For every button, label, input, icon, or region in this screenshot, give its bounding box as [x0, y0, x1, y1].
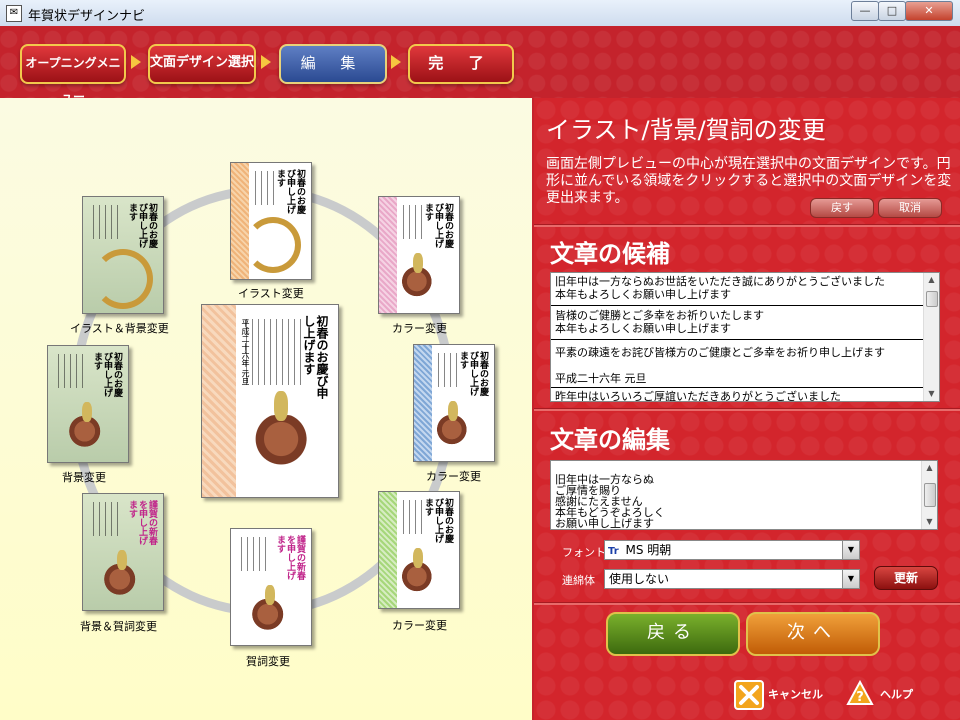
font-select-value: MS 明朝 — [625, 543, 672, 557]
minimize-button[interactable]: — — [851, 1, 879, 21]
next-button[interactable]: 次へ — [746, 612, 880, 656]
step-arrow-icon — [261, 55, 271, 69]
candidates-scrollbar[interactable]: ▲ ▼ — [923, 273, 939, 401]
list-item[interactable]: 旧年中は一方ならぬお世話をいただき誠にありがとうございました 本年もよろしくお願… — [551, 273, 939, 306]
update-button[interactable]: 更新 — [874, 566, 938, 590]
chevron-down-icon: ▼ — [842, 541, 859, 559]
message-edit-text: 旧年中は一方ならぬ ご厚情を賜り 感謝にたえません 本年もどうぞよろしく お願い… — [555, 473, 665, 530]
undo-button[interactable]: 取消 — [878, 198, 942, 218]
cancel-button[interactable]: キャンセル — [734, 680, 834, 710]
window-title: 年賀状デザインナビ — [28, 9, 146, 24]
change-section-title: イラスト/背景/賀詞の変更 — [546, 116, 826, 144]
date-text: 平成二十六年 元旦 — [241, 319, 250, 386]
back-button[interactable]: 戻る — [606, 612, 740, 656]
option-color-label-2: カラー変更 — [426, 470, 481, 483]
option-illustration-card[interactable]: 初春のお慶び申し上げます — [230, 162, 312, 280]
option-color-label-3: カラー変更 — [392, 619, 447, 632]
option-color-card-1[interactable]: 初春のお慶び申し上げます — [378, 196, 460, 314]
option-greeting-label: 賀詞変更 — [246, 655, 290, 668]
step-complete[interactable]: 完 了 — [408, 44, 514, 84]
app-icon: ✉ — [6, 5, 22, 22]
step-header: オープニングメニュー 文面デザイン選択 編 集 完 了 — [0, 26, 960, 104]
step-opening-menu[interactable]: オープニングメニュー — [20, 44, 126, 104]
option-bg-greeting-card[interactable]: 謹賀の新春を申し上げます — [82, 493, 164, 611]
design-preview-pane: 初春のお慶び申し上げます 平成二十六年 元旦 初春のお慶び申し上げます イラスト… — [0, 98, 534, 720]
ligature-select-value: 使用しない — [609, 572, 670, 586]
truetype-font-icon: Tr — [608, 546, 619, 557]
greeting-text: 初春のお慶び申し上げます — [302, 315, 329, 399]
step-edit[interactable]: 編 集 — [279, 44, 387, 84]
step-arrow-icon — [391, 55, 401, 69]
list-item[interactable]: 皆様のご健勝とご多幸をお祈りいたします 本年もよろしくお願い申し上げます — [551, 306, 939, 340]
ligature-select[interactable]: 使用しない ▼ — [604, 569, 860, 589]
option-background-card[interactable]: 初春のお慶び申し上げます — [47, 345, 129, 463]
list-item[interactable]: 平素の疎遠をお詫び皆様方のご健康とご多幸をお祈り申し上げます 平成二十六年 元旦 — [551, 340, 939, 388]
option-color-card-3[interactable]: 初春のお慶び申し上げます — [378, 491, 460, 609]
font-select[interactable]: Tr MS 明朝 ▼ — [604, 540, 860, 560]
title-bar: ✉ 年賀状デザインナビ — □ ✕ — [0, 0, 960, 27]
message-edit-textarea[interactable]: 旧年中は一方ならぬ ご厚情を賜り 感謝にたえません 本年もどうぞよろしく お願い… — [550, 460, 938, 530]
candidates-section-title: 文章の候補 — [550, 240, 670, 268]
option-greeting-card[interactable]: 謹賀の新春を申し上げます — [230, 528, 312, 646]
step-arrow-icon — [131, 55, 141, 69]
help-button[interactable]: ? ヘルプ — [846, 679, 936, 708]
list-item[interactable]: 昨年中はいろいろご厚誼いただきありがとうございました — [551, 388, 939, 401]
help-icon: ? — [846, 679, 874, 706]
section-divider — [534, 408, 960, 411]
cancel-label: キャンセル — [768, 688, 823, 701]
maximize-button[interactable]: □ — [878, 1, 906, 21]
edit-section-title: 文章の編集 — [550, 426, 670, 454]
candidates-list[interactable]: 旧年中は一方ならぬお世話をいただき誠にありがとうございました 本年もよろしくお願… — [550, 272, 940, 402]
option-illust-bg-label: イラスト＆背景変更 — [70, 322, 169, 335]
current-design-card: 初春のお慶び申し上げます 平成二十六年 元旦 — [201, 304, 339, 498]
step-design-select[interactable]: 文面デザイン選択 — [148, 44, 256, 84]
font-label: フォント — [562, 546, 606, 559]
section-divider — [534, 224, 960, 227]
help-label: ヘルプ — [880, 688, 913, 701]
option-bg-greeting-label: 背景＆賀詞変更 — [80, 620, 157, 633]
option-background-label: 背景変更 — [62, 471, 106, 484]
ligature-label: 連綿体 — [562, 574, 595, 587]
close-button[interactable]: ✕ — [905, 1, 953, 21]
option-illust-bg-card[interactable]: 初春のお慶び申し上げます — [82, 196, 164, 314]
chevron-down-icon: ▼ — [842, 570, 859, 588]
svg-text:?: ? — [856, 690, 864, 705]
option-illustration-label: イラスト変更 — [238, 287, 304, 300]
option-color-label-1: カラー変更 — [392, 322, 447, 335]
revert-button[interactable]: 戻す — [810, 198, 874, 218]
edit-scrollbar[interactable]: ▲ ▼ — [921, 461, 937, 529]
section-divider — [534, 602, 960, 605]
edit-panel: イラスト/背景/賀詞の変更 画面左側プレビューの中心が現在選択中の文面デザインで… — [534, 98, 960, 720]
option-color-card-2[interactable]: 初春のお慶び申し上げます — [413, 344, 495, 462]
close-icon — [734, 680, 764, 710]
